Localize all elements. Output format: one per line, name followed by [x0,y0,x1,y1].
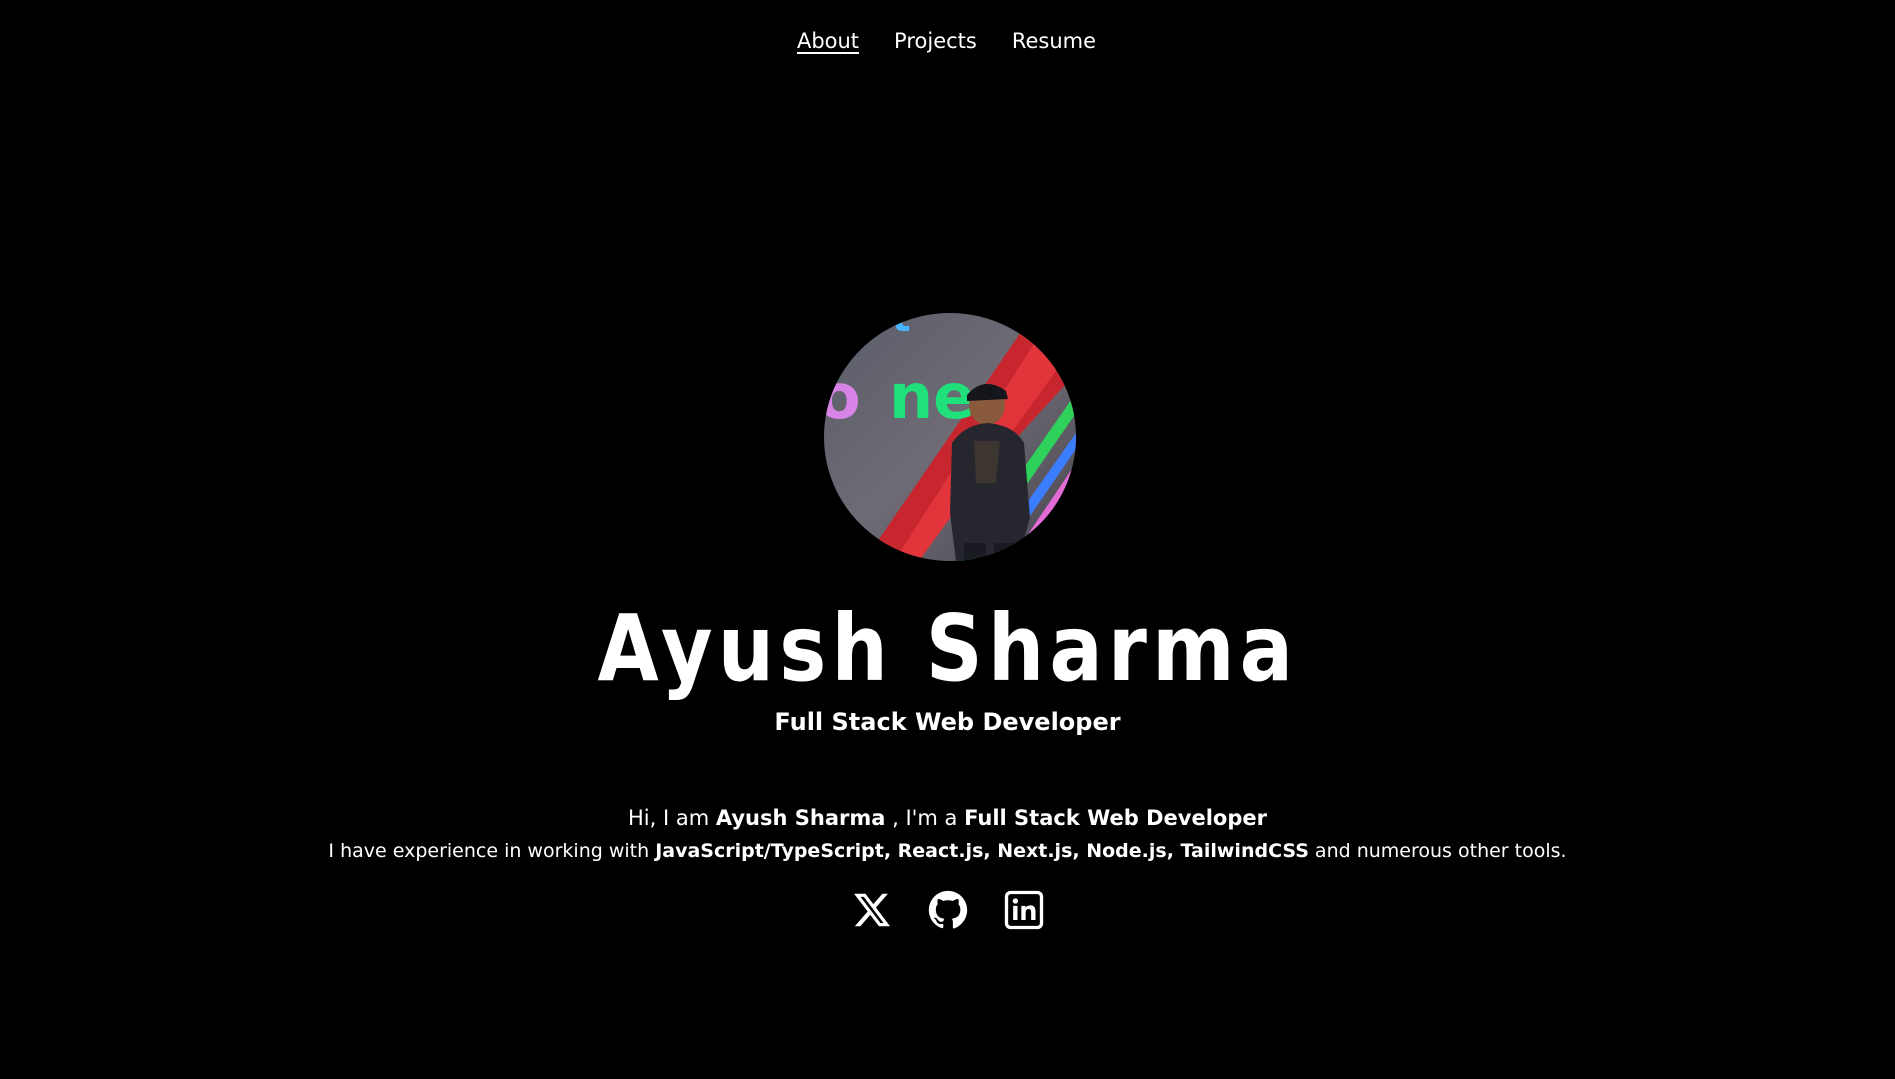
profile-photo-image: ne o ot [824,313,1076,561]
linkedin-link[interactable] [1004,890,1044,930]
experience-suffix: and numerous other tools. [1308,840,1567,862]
hero-name: Ayush Sharma [597,595,1299,702]
profile-photo: ne o ot [824,313,1076,561]
x-twitter-icon [853,893,890,927]
intro-middle: , I'm a [885,806,965,830]
github-link[interactable] [928,890,968,930]
main-nav: About Projects Resume [0,26,1895,56]
github-icon [928,890,967,929]
svg-text:ne: ne [889,360,975,433]
nav-resume-link[interactable]: Resume [1012,26,1096,56]
experience-skills: JavaScript/TypeScript, React.js, Next.js… [655,840,1309,862]
svg-text:o: o [824,360,861,433]
social-links [0,890,1895,930]
nav-projects-link[interactable]: Projects [894,26,977,56]
intro-prefix: Hi, I am [628,806,716,830]
intro-name: Ayush Sharma [715,806,886,830]
experience-prefix: I have experience in working with [328,840,656,862]
hero-role: Full Stack Web Developer [774,708,1121,736]
intro-role: Full Stack Web Developer [964,806,1267,830]
nav-about-link[interactable]: About [797,26,859,56]
linkedin-icon [1004,890,1043,930]
svg-text:ot: ot [864,313,911,341]
experience-text: I have experience in working with JavaSc… [0,836,1895,866]
intro-text: Hi, I am Ayush Sharma , I'm a Full Stack… [0,801,1895,835]
x-twitter-link[interactable] [852,890,892,930]
